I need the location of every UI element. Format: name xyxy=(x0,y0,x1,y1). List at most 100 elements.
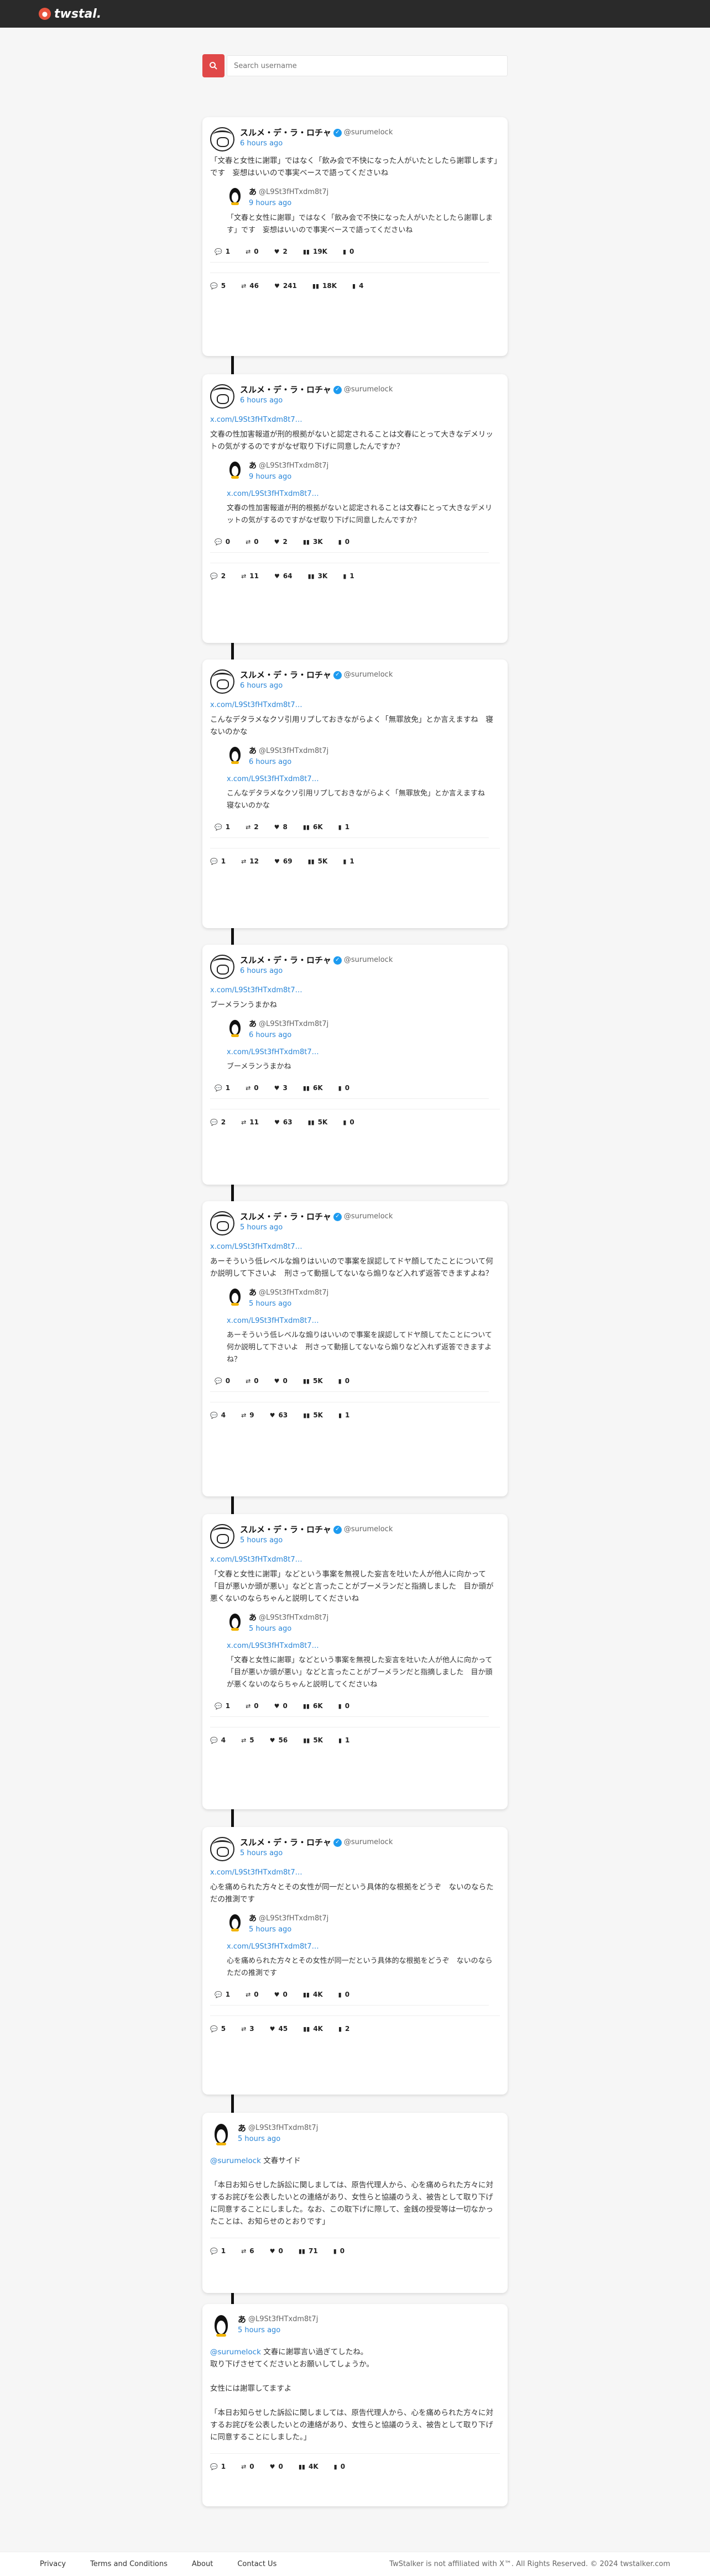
tweet-time[interactable]: 9 hours ago xyxy=(249,198,328,209)
stat-views[interactable]: ▮▮ 4K xyxy=(303,1991,323,1998)
avatar[interactable] xyxy=(210,384,234,409)
penguin-avatar[interactable] xyxy=(227,746,243,765)
author-handle[interactable]: @surumelock xyxy=(344,669,393,680)
mention-link[interactable]: @surumelock xyxy=(210,2348,261,2357)
stat-views[interactable]: ▮▮ 3K xyxy=(303,538,323,546)
avatar[interactable] xyxy=(210,1211,234,1235)
stat-retweets[interactable]: ⇄ 5 xyxy=(241,1736,254,1744)
tweet-time[interactable]: 6 hours ago xyxy=(240,138,393,149)
search-input[interactable] xyxy=(227,55,508,76)
quoted-tweet-link[interactable]: x.com/L9St3fHTxdm8t7… xyxy=(227,1942,497,1952)
author-handle[interactable]: @L9St3fHTxdm8t7j xyxy=(259,1019,328,1030)
stat-likes[interactable]: ♥ 0 xyxy=(270,2247,283,2255)
stat-retweets[interactable]: ⇄ 11 xyxy=(241,1118,259,1126)
stat-replies[interactable]: 💬 1 xyxy=(215,248,230,255)
stat-likes[interactable]: ♥ 64 xyxy=(274,572,293,580)
tweet-time[interactable]: 5 hours ago xyxy=(249,1624,328,1635)
stat-bookmarks[interactable]: ▮ 0 xyxy=(338,1702,349,1710)
stat-replies[interactable]: 💬 4 xyxy=(210,1411,226,1419)
stat-views[interactable]: ▮▮ 4K xyxy=(303,2025,323,2033)
author-name[interactable]: あ xyxy=(238,2314,246,2325)
quoted-tweet-link[interactable]: x.com/L9St3fHTxdm8t7… xyxy=(227,774,497,784)
stat-retweets[interactable]: ⇄ 11 xyxy=(241,572,259,580)
author-handle[interactable]: @surumelock xyxy=(344,1837,393,1848)
quoted-tweet[interactable]: あ @L9St3fHTxdm8t7j 9 hours ago x.com/L9St3f… xyxy=(227,460,497,531)
author-name[interactable]: あ xyxy=(249,187,257,198)
stat-likes[interactable]: ♥ 63 xyxy=(270,1411,288,1419)
stat-retweets[interactable]: ⇄ 0 xyxy=(246,1377,259,1385)
footer-link-privacy[interactable]: Privacy xyxy=(40,2560,66,2568)
stat-replies[interactable]: 💬 4 xyxy=(210,1736,226,1744)
search-button[interactable] xyxy=(202,54,225,77)
stat-views[interactable]: ▮▮ 5K xyxy=(303,1736,323,1744)
avatar[interactable] xyxy=(210,669,234,694)
stat-views[interactable]: ▮▮ 3K xyxy=(308,572,328,580)
stat-views[interactable]: ▮▮ 18K xyxy=(312,282,337,290)
stat-bookmarks[interactable]: ▮ 1 xyxy=(338,1411,349,1419)
stat-replies[interactable]: 💬 1 xyxy=(215,1991,230,1998)
quoted-tweet[interactable]: あ @L9St3fHTxdm8t7j 9 hours ago 「文春と女性に謝罪」では… xyxy=(227,187,497,241)
author-name[interactable]: あ xyxy=(249,1019,257,1030)
penguin-avatar[interactable] xyxy=(227,1287,243,1306)
stat-bookmarks[interactable]: ▮ 0 xyxy=(338,1377,349,1385)
stat-replies[interactable]: 💬 1 xyxy=(210,2463,226,2470)
author-handle[interactable]: @L9St3fHTxdm8t7j xyxy=(259,1287,328,1299)
stat-bookmarks[interactable]: ▮ 1 xyxy=(338,1736,349,1744)
stat-likes[interactable]: ♥ 2 xyxy=(274,248,288,255)
tweet-link[interactable]: x.com/L9St3fHTxdm8t7… xyxy=(210,1242,500,1252)
penguin-avatar[interactable] xyxy=(227,460,243,479)
stat-views[interactable]: ▮▮ 6K xyxy=(303,1702,323,1710)
quoted-tweet[interactable]: あ @L9St3fHTxdm8t7j 5 hours ago x.com/L9St3f… xyxy=(227,1913,497,1984)
stat-views[interactable]: ▮▮ 71 xyxy=(299,2247,318,2255)
quoted-tweet[interactable]: あ @L9St3fHTxdm8t7j 5 hours ago x.com/L9St3f… xyxy=(227,1612,497,1695)
penguin-avatar[interactable] xyxy=(210,2314,232,2338)
tweet-card[interactable]: スルメ・デ・ラ・ロチャ ✓ @surumelock 6 hours ago x.com/… xyxy=(202,945,508,1185)
penguin-avatar[interactable] xyxy=(210,2123,232,2147)
tweet-card[interactable]: あ @L9St3fHTxdm8t7j 5 hours ago @surumelock … xyxy=(202,2304,508,2506)
footer-link-contact[interactable]: Contact Us xyxy=(237,2560,276,2568)
quoted-tweet-link[interactable]: x.com/L9St3fHTxdm8t7… xyxy=(227,1641,497,1651)
penguin-avatar[interactable] xyxy=(227,1019,243,1038)
author-name[interactable]: スルメ・デ・ラ・ロチャ xyxy=(240,669,331,680)
stat-views[interactable]: ▮▮ 19K xyxy=(303,248,327,255)
stat-replies[interactable]: 💬 1 xyxy=(210,2247,226,2255)
stat-likes[interactable]: ♥ 3 xyxy=(274,1084,288,1092)
stat-bookmarks[interactable]: ▮ 0 xyxy=(333,2247,344,2255)
tweet-time[interactable]: 9 hours ago xyxy=(249,472,328,483)
stat-retweets[interactable]: ⇄ 46 xyxy=(241,282,259,290)
tweet-card[interactable]: スルメ・デ・ラ・ロチャ ✓ @surumelock 6 hours ago 「文春と女性… xyxy=(202,117,508,356)
author-handle[interactable]: @L9St3fHTxdm8t7j xyxy=(259,460,328,472)
penguin-avatar[interactable] xyxy=(227,1612,243,1631)
author-name[interactable]: あ xyxy=(238,2123,246,2134)
quoted-tweet-link[interactable]: x.com/L9St3fHTxdm8t7… xyxy=(227,489,497,499)
tweet-link[interactable]: x.com/L9St3fHTxdm8t7… xyxy=(210,415,500,425)
stat-replies[interactable]: 💬 0 xyxy=(215,538,230,546)
quoted-tweet-link[interactable]: x.com/L9St3fHTxdm8t7… xyxy=(227,1048,497,1057)
avatar[interactable] xyxy=(210,955,234,979)
stat-bookmarks[interactable]: ▮ 1 xyxy=(343,857,354,865)
tweet-card[interactable]: スルメ・デ・ラ・ロチャ ✓ @surumelock 5 hours ago x.com/… xyxy=(202,1827,508,2095)
tweet-link[interactable]: x.com/L9St3fHTxdm8t7… xyxy=(210,700,500,710)
author-name[interactable]: スルメ・デ・ラ・ロチャ xyxy=(240,1524,331,1535)
stat-bookmarks[interactable]: ▮ 0 xyxy=(338,538,349,546)
tweet-link[interactable]: x.com/L9St3fHTxdm8t7… xyxy=(210,1868,500,1878)
stat-retweets[interactable]: ⇄ 12 xyxy=(241,857,259,865)
author-handle[interactable]: @L9St3fHTxdm8t7j xyxy=(259,1913,328,1924)
author-name[interactable]: スルメ・デ・ラ・ロチャ xyxy=(240,384,331,395)
stat-likes[interactable]: ♥ 45 xyxy=(270,2025,288,2033)
author-name[interactable]: あ xyxy=(249,1612,257,1624)
stat-likes[interactable]: ♥ 8 xyxy=(274,823,288,831)
quoted-tweet[interactable]: あ @L9St3fHTxdm8t7j 5 hours ago x.com/L9St3f… xyxy=(227,1287,497,1370)
tweet-time[interactable]: 6 hours ago xyxy=(240,395,393,406)
stat-bookmarks[interactable]: ▮ 0 xyxy=(334,2463,345,2470)
stat-views[interactable]: ▮▮ 5K xyxy=(308,1118,328,1126)
author-handle[interactable]: @surumelock xyxy=(344,1524,393,1535)
stat-bookmarks[interactable]: ▮ 1 xyxy=(343,572,354,580)
stat-bookmarks[interactable]: ▮ 4 xyxy=(352,282,363,290)
stat-views[interactable]: ▮▮ 5K xyxy=(303,1377,323,1385)
stat-retweets[interactable]: ⇄ 9 xyxy=(241,1411,254,1419)
author-name[interactable]: スルメ・デ・ラ・ロチャ xyxy=(240,127,331,138)
stat-bookmarks[interactable]: ▮ 0 xyxy=(343,248,354,255)
stat-views[interactable]: ▮▮ 5K xyxy=(308,857,328,865)
tweet-time[interactable]: 5 hours ago xyxy=(249,1924,328,1935)
